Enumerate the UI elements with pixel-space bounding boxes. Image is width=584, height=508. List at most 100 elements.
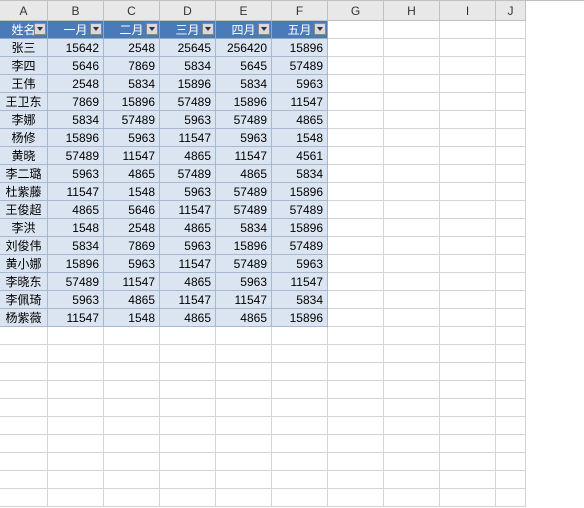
empty-cell[interactable] xyxy=(440,489,496,507)
value-cell[interactable]: 4865 xyxy=(160,147,216,165)
value-cell[interactable]: 25645 xyxy=(160,39,216,57)
empty-cell[interactable] xyxy=(216,489,272,507)
empty-cell[interactable] xyxy=(328,201,384,219)
empty-cell[interactable] xyxy=(496,489,526,507)
empty-cell[interactable] xyxy=(272,489,328,507)
empty-cell[interactable] xyxy=(440,39,496,57)
empty-cell[interactable] xyxy=(440,147,496,165)
value-cell[interactable]: 5834 xyxy=(272,165,328,183)
empty-cell[interactable] xyxy=(440,291,496,309)
value-cell[interactable]: 57489 xyxy=(48,273,104,291)
empty-cell[interactable] xyxy=(328,21,384,39)
table-header[interactable]: 五月 xyxy=(272,21,328,39)
empty-cell[interactable] xyxy=(0,363,48,381)
value-cell[interactable]: 11547 xyxy=(160,201,216,219)
empty-cell[interactable] xyxy=(384,309,440,327)
name-cell[interactable]: 王伟 xyxy=(0,75,48,93)
filter-dropdown-icon[interactable] xyxy=(258,23,270,35)
empty-cell[interactable] xyxy=(384,471,440,489)
col-header-g[interactable]: G xyxy=(328,1,384,21)
empty-cell[interactable] xyxy=(384,291,440,309)
empty-cell[interactable] xyxy=(384,129,440,147)
empty-cell[interactable] xyxy=(216,471,272,489)
value-cell[interactable]: 5963 xyxy=(48,165,104,183)
empty-cell[interactable] xyxy=(104,453,160,471)
empty-cell[interactable] xyxy=(328,489,384,507)
empty-cell[interactable] xyxy=(216,381,272,399)
col-header-f[interactable]: F xyxy=(272,1,328,21)
value-cell[interactable]: 4865 xyxy=(160,219,216,237)
value-cell[interactable]: 2548 xyxy=(48,75,104,93)
name-cell[interactable]: 李四 xyxy=(0,57,48,75)
empty-cell[interactable] xyxy=(384,255,440,273)
value-cell[interactable]: 11547 xyxy=(160,255,216,273)
value-cell[interactable]: 11547 xyxy=(272,273,328,291)
value-cell[interactable]: 5834 xyxy=(48,237,104,255)
empty-cell[interactable] xyxy=(440,399,496,417)
spreadsheet-grid[interactable]: ABCDEFGHIJ姓名一月二月三月四月五月张三1564225482564525… xyxy=(0,0,584,507)
empty-cell[interactable] xyxy=(0,489,48,507)
empty-cell[interactable] xyxy=(328,57,384,75)
empty-cell[interactable] xyxy=(440,21,496,39)
empty-cell[interactable] xyxy=(0,471,48,489)
col-header-j[interactable]: J xyxy=(496,1,526,21)
empty-cell[interactable] xyxy=(384,381,440,399)
empty-cell[interactable] xyxy=(440,309,496,327)
empty-cell[interactable] xyxy=(496,201,526,219)
empty-cell[interactable] xyxy=(160,489,216,507)
value-cell[interactable]: 11547 xyxy=(48,309,104,327)
empty-cell[interactable] xyxy=(496,165,526,183)
value-cell[interactable]: 57489 xyxy=(272,201,328,219)
value-cell[interactable]: 15896 xyxy=(272,309,328,327)
empty-cell[interactable] xyxy=(496,363,526,381)
empty-cell[interactable] xyxy=(104,345,160,363)
value-cell[interactable]: 57489 xyxy=(272,237,328,255)
empty-cell[interactable] xyxy=(328,471,384,489)
empty-cell[interactable] xyxy=(496,183,526,201)
empty-cell[interactable] xyxy=(440,183,496,201)
value-cell[interactable]: 5645 xyxy=(216,57,272,75)
empty-cell[interactable] xyxy=(440,93,496,111)
value-cell[interactable]: 57489 xyxy=(216,255,272,273)
empty-cell[interactable] xyxy=(328,111,384,129)
value-cell[interactable]: 5834 xyxy=(48,111,104,129)
value-cell[interactable]: 7869 xyxy=(104,237,160,255)
empty-cell[interactable] xyxy=(328,345,384,363)
name-cell[interactable]: 张三 xyxy=(0,39,48,57)
col-header-b[interactable]: B xyxy=(48,1,104,21)
table-header[interactable]: 姓名 xyxy=(0,21,48,39)
value-cell[interactable]: 15896 xyxy=(216,237,272,255)
value-cell[interactable]: 11547 xyxy=(216,291,272,309)
empty-cell[interactable] xyxy=(440,129,496,147)
empty-cell[interactable] xyxy=(440,417,496,435)
empty-cell[interactable] xyxy=(440,111,496,129)
empty-cell[interactable] xyxy=(384,453,440,471)
empty-cell[interactable] xyxy=(104,417,160,435)
empty-cell[interactable] xyxy=(496,345,526,363)
empty-cell[interactable] xyxy=(328,381,384,399)
table-header[interactable]: 四月 xyxy=(216,21,272,39)
value-cell[interactable]: 5963 xyxy=(160,183,216,201)
value-cell[interactable]: 1548 xyxy=(48,219,104,237)
empty-cell[interactable] xyxy=(272,327,328,345)
empty-cell[interactable] xyxy=(48,381,104,399)
empty-cell[interactable] xyxy=(160,453,216,471)
empty-cell[interactable] xyxy=(160,345,216,363)
empty-cell[interactable] xyxy=(0,399,48,417)
empty-cell[interactable] xyxy=(496,327,526,345)
value-cell[interactable]: 15896 xyxy=(48,129,104,147)
value-cell[interactable]: 15896 xyxy=(272,219,328,237)
empty-cell[interactable] xyxy=(328,399,384,417)
empty-cell[interactable] xyxy=(496,273,526,291)
empty-cell[interactable] xyxy=(216,435,272,453)
empty-cell[interactable] xyxy=(440,201,496,219)
name-cell[interactable]: 杜紫藤 xyxy=(0,183,48,201)
empty-cell[interactable] xyxy=(328,93,384,111)
value-cell[interactable]: 15896 xyxy=(160,75,216,93)
empty-cell[interactable] xyxy=(216,345,272,363)
name-cell[interactable]: 黄晓 xyxy=(0,147,48,165)
empty-cell[interactable] xyxy=(160,417,216,435)
empty-cell[interactable] xyxy=(440,273,496,291)
value-cell[interactable]: 15896 xyxy=(216,93,272,111)
empty-cell[interactable] xyxy=(440,345,496,363)
